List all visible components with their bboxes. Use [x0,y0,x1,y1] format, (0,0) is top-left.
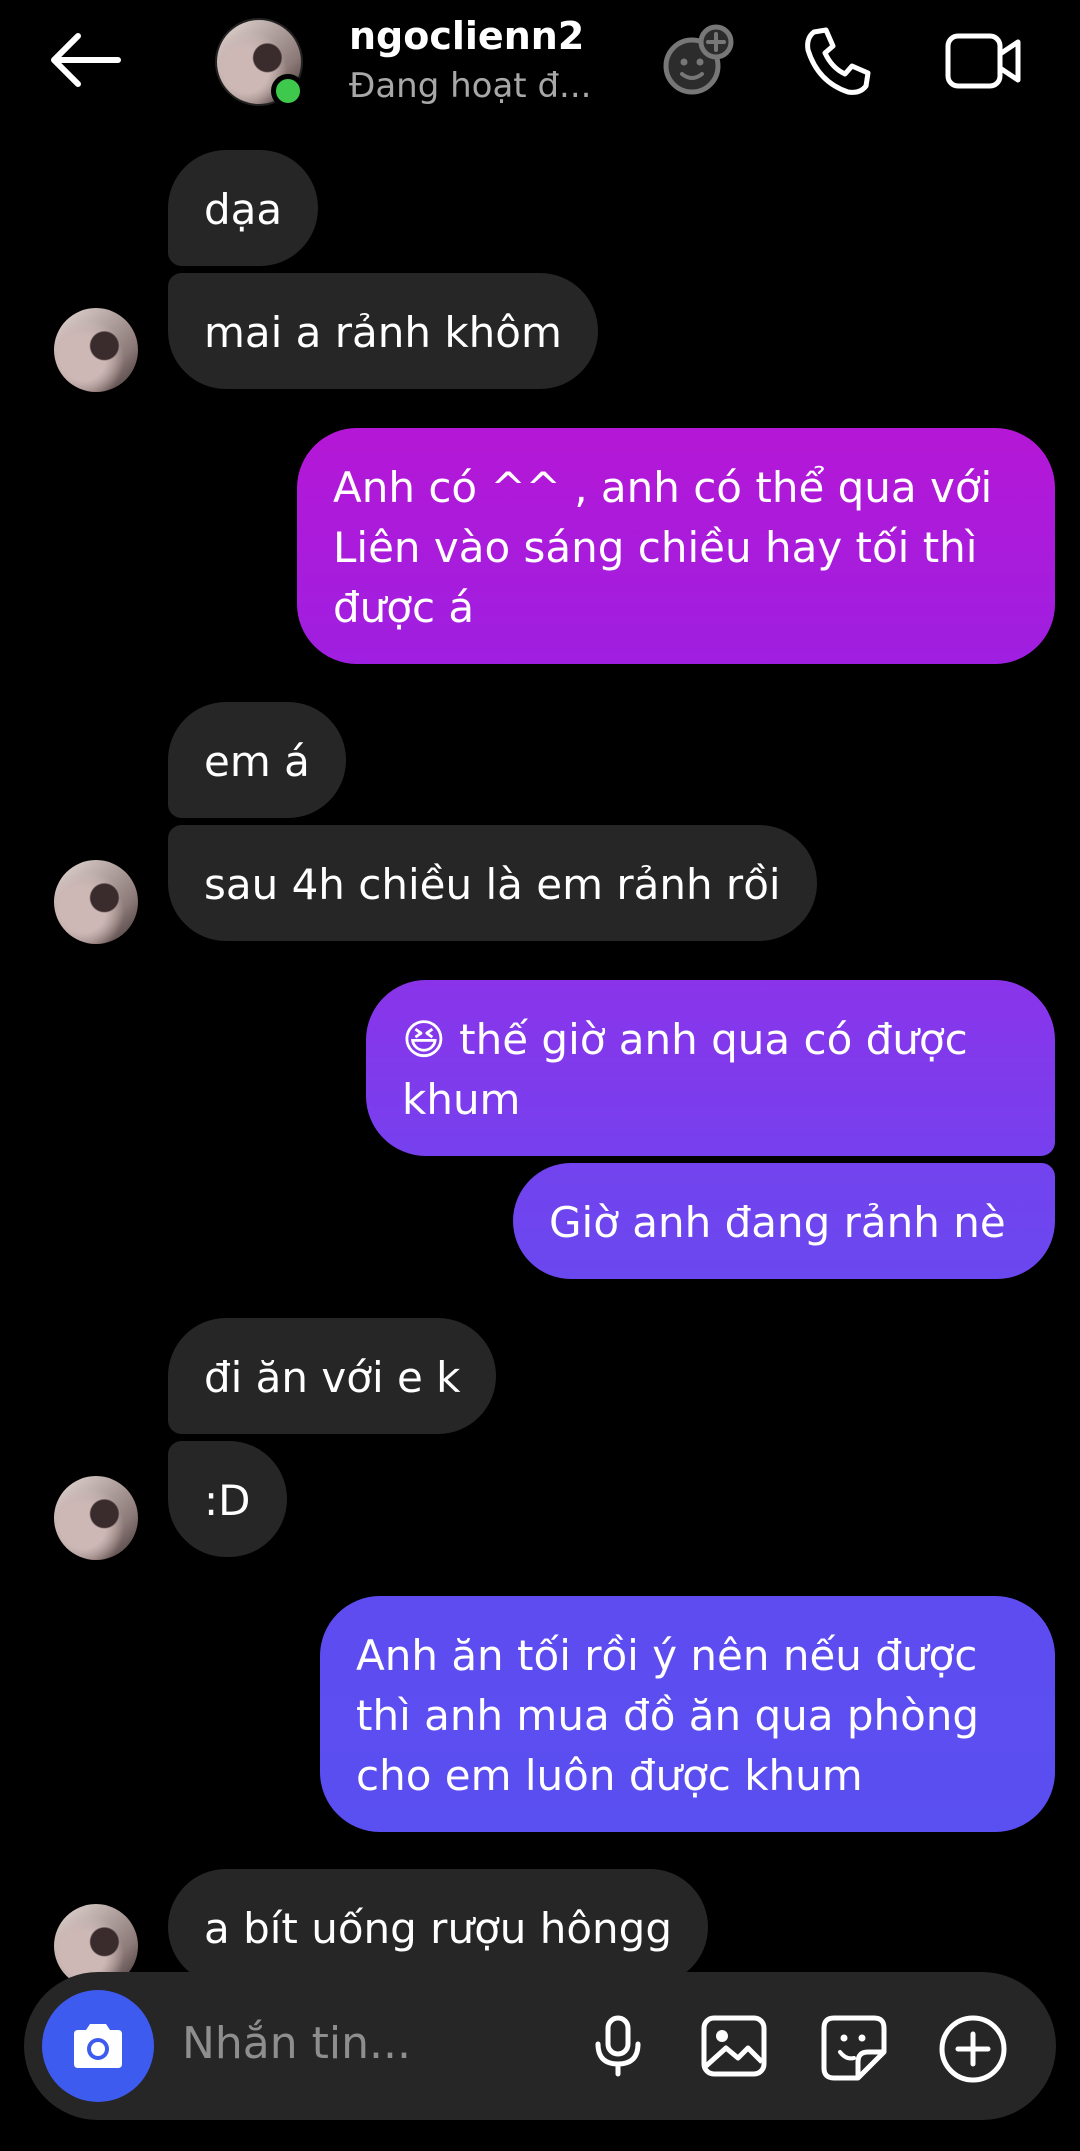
microphone-icon[interactable] [586,2014,650,2078]
message-text: em á [204,737,310,786]
message-composer: Nhắn tin... [24,1972,1056,2120]
sticker-icon[interactable] [820,2014,888,2082]
message-line: thì anh mua đồ ăn qua phòng [356,1691,980,1740]
gallery-icon[interactable] [700,2014,768,2078]
message-text: mai a rảnh khôm [204,308,562,357]
avatar[interactable] [54,860,138,944]
message-bubble-outgoing[interactable]: Anh có ^^ , anh có thể qua với Liên vào … [297,428,1055,664]
message-line: Liên vào sáng chiều hay tối thì [333,523,978,572]
message-bubble-incoming[interactable]: a bít uống rượu hôngg [168,1869,708,1985]
message-bubble-incoming[interactable]: đi ăn với e k [168,1318,497,1434]
message-bubble-outgoing[interactable]: 😆 thế giờ anh qua có được khum [366,980,1055,1156]
avatar[interactable] [54,1476,138,1560]
message-line: được á [333,583,475,632]
contact-name[interactable]: ngoclienn2 [349,14,584,58]
message-text: Giờ anh đang rảnh nè [549,1198,1006,1247]
message-bubble-outgoing[interactable]: Anh ăn tối rồi ý nên nếu được thì anh mu… [320,1596,1055,1832]
message-input[interactable]: Nhắn tin... [182,2018,411,2069]
online-status-dot [271,74,305,108]
message-text: sau 4h chiều là em rảnh rồi [204,860,781,909]
add-icon[interactable] [938,2014,1008,2084]
emoji-laughing: 😆 [402,1015,446,1064]
message-text: dạa [204,185,283,234]
message-bubble-incoming[interactable]: em á [168,702,346,818]
message-text: a bít uống rượu hôngg [204,1904,672,1953]
message-line: cho em luôn được khum [356,1751,863,1800]
camera-icon [74,2024,122,2068]
message-bubble-incoming[interactable]: sau 4h chiều là em rảnh rồi [168,825,817,941]
chat-header: ngoclienn2 Đang hoạt đ... [0,0,1080,130]
message-bubble-incoming[interactable]: :D [168,1441,287,1557]
camera-button[interactable] [42,1990,154,2102]
message-line: Anh ăn tối rồi ý nên nếu được [356,1631,978,1680]
message-bubble-outgoing[interactable]: Giờ anh đang rảnh nè [513,1163,1055,1279]
avatar[interactable] [54,308,138,392]
message-line: khum [402,1075,521,1124]
message-bubble-incoming[interactable]: dạa [168,150,319,266]
contact-avatar[interactable] [215,18,305,108]
message-line: Anh có ^^ , anh có thể qua với [333,463,993,512]
active-status: Đang hoạt đ... [349,66,592,106]
effects-icon[interactable] [660,24,734,98]
message-text: đi ăn với e k [204,1353,461,1402]
video-camera-icon[interactable] [944,24,1024,98]
phone-icon[interactable] [800,24,874,98]
message-bubble-incoming[interactable]: mai a rảnh khôm [168,273,598,389]
message-line: thế giờ anh qua có được [445,1015,968,1064]
back-arrow-icon[interactable] [46,30,126,90]
message-text: :D [204,1476,251,1525]
